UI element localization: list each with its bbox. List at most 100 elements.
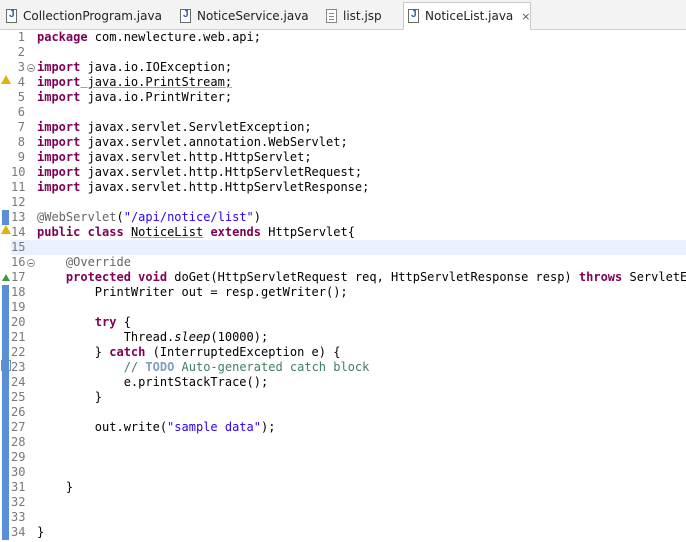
code-line[interactable]: 33 [11, 510, 686, 525]
fold-toggle-icon[interactable] [27, 64, 35, 72]
line-number: 4 [17, 75, 25, 89]
code-line[interactable]: 28 [11, 435, 686, 450]
code-text: PrintWriter out = resp.getWriter(); [37, 285, 348, 299]
code-text: } catch (InterruptedException e) { [37, 345, 341, 359]
line-number: 32 [11, 495, 26, 509]
close-tab-icon[interactable]: × [521, 10, 530, 23]
code-line[interactable]: 30 [11, 465, 686, 480]
code-line[interactable]: 27 out.write("sample data"); [11, 420, 686, 435]
tab-list-jsp[interactable]: list.jsp [322, 2, 402, 29]
code-text: // TODO Auto-generated catch block [123, 360, 370, 374]
code-line[interactable]: 32 [11, 495, 686, 510]
tab-notice-list[interactable]: NoticeList.java × [403, 2, 531, 30]
change-marker [2, 285, 9, 540]
line-number: 17 [11, 270, 26, 284]
code-line[interactable]: 31 } [11, 480, 686, 495]
code-line[interactable]: 19 [11, 300, 686, 315]
code-line[interactable]: 25 } [11, 390, 686, 405]
code-line[interactable]: 24 e.printStackTrace(); [11, 375, 686, 390]
code-text: } [37, 390, 103, 404]
code-line[interactable]: 9 import javax.servlet.http.HttpServlet; [11, 150, 686, 165]
current-line-highlight[interactable]: 15 [11, 240, 686, 255]
code-line[interactable]: 8 import javax.servlet.annotation.WebSer… [11, 135, 686, 150]
code-line[interactable]: 3 import java.io.IOException; [11, 60, 686, 75]
code-line[interactable]: 17 protected void doGet(HttpServletReque… [11, 270, 686, 285]
code-text: e.printStackTrace(); [37, 375, 269, 389]
code-text: import javax.servlet.http.HttpServlet; [37, 150, 312, 164]
code-line[interactable]: 12 [11, 195, 686, 210]
editor-tab-bar: CollectionProgram.java NoticeService.jav… [0, 0, 686, 30]
line-number: 15 [11, 240, 26, 254]
code-line[interactable]: 18 PrintWriter out = resp.getWriter(); [11, 285, 686, 300]
line-number: 5 [17, 90, 25, 104]
code-line[interactable]: 5 import java.io.PrintWriter; [11, 90, 686, 105]
code-line[interactable]: 20 try { [11, 315, 686, 330]
line-number: 30 [11, 465, 26, 479]
code-line[interactable]: 2 [11, 45, 686, 60]
line-number: 3 [17, 60, 25, 74]
tab-label: NoticeList.java [425, 9, 514, 23]
line-number: 9 [17, 150, 25, 164]
line-number: 26 [11, 405, 26, 419]
code-line[interactable]: 29 [11, 450, 686, 465]
code-line[interactable]: 10 import javax.servlet.http.HttpServlet… [11, 165, 686, 180]
code-text: import java.io.IOException; [37, 60, 233, 74]
code-line[interactable]: 1 package com.newlecture.web.api; [11, 30, 686, 45]
line-number: 18 [11, 285, 26, 299]
tab-label: CollectionProgram.java [23, 8, 162, 23]
code-text: out.write("sample data"); [37, 420, 276, 434]
code-editor[interactable]: 1 package com.newlecture.web.api; 2 3 im… [0, 30, 686, 542]
code-text: import java.io.PrintStream; [37, 75, 233, 89]
code-line[interactable]: 26 [11, 405, 686, 420]
line-number: 1 [17, 30, 25, 44]
code-text: import javax.servlet.ServletException; [37, 120, 312, 134]
code-text: @WebServlet("/api/notice/list") [37, 210, 261, 224]
code-line[interactable]: 16 @Override [11, 255, 686, 270]
code-text: protected void doGet(HttpServletRequest … [65, 270, 686, 284]
annotation-ruler [0, 30, 11, 542]
code-line[interactable]: 6 [11, 105, 686, 120]
code-line[interactable]: 34 } [11, 525, 686, 540]
line-number: 6 [17, 105, 25, 119]
line-number: 8 [17, 135, 25, 149]
fold-toggle-icon[interactable] [27, 259, 35, 267]
java-file-icon [6, 8, 17, 23]
code-line[interactable]: 4 import java.io.PrintStream; [11, 75, 686, 90]
line-number: 29 [11, 450, 26, 464]
code-line[interactable]: 14 public class NoticeList extends HttpS… [11, 225, 686, 240]
line-number: 24 [11, 375, 26, 389]
line-number: 25 [11, 390, 26, 404]
java-file-icon [408, 9, 419, 23]
code-lines: 1 package com.newlecture.web.api; 2 3 im… [11, 30, 686, 540]
line-number: 21 [11, 330, 26, 344]
line-number: 19 [11, 300, 26, 314]
code-text: package com.newlecture.web.api; [37, 30, 261, 44]
line-number: 2 [17, 45, 25, 59]
code-line[interactable]: 21 Thread.sleep(10000); [11, 330, 686, 345]
warning-marker-icon[interactable] [0, 73, 11, 85]
line-number: 22 [11, 345, 26, 359]
code-line[interactable]: 23 // TODO Auto-generated catch block [11, 360, 686, 375]
code-text: import java.io.PrintWriter; [37, 90, 233, 104]
java-file-icon [180, 8, 191, 23]
line-number: 33 [11, 510, 26, 524]
code-line[interactable]: 11 import javax.servlet.http.HttpServlet… [11, 180, 686, 195]
change-marker [2, 210, 9, 225]
line-number: 16 [11, 255, 26, 269]
line-number: 23 [11, 360, 26, 374]
code-line[interactable]: 7 import javax.servlet.ServletException; [11, 120, 686, 135]
code-line[interactable]: 13 @WebServlet("/api/notice/list") [11, 210, 686, 225]
line-number: 7 [17, 120, 25, 134]
tab-notice-service[interactable]: NoticeService.java [176, 2, 316, 29]
line-number: 11 [11, 180, 26, 194]
line-number: 31 [11, 480, 26, 494]
override-marker-icon[interactable] [0, 271, 11, 283]
code-line[interactable]: 22 } catch (InterruptedException e) { [11, 345, 686, 360]
line-number: 27 [11, 420, 26, 434]
code-text: } [37, 480, 74, 494]
line-number: 28 [11, 435, 26, 449]
code-text: import javax.servlet.http.HttpServletReq… [37, 165, 363, 179]
jsp-file-icon [326, 8, 337, 23]
tab-collection-program[interactable]: CollectionProgram.java [2, 2, 164, 29]
code-text: Thread.sleep(10000); [37, 330, 269, 344]
